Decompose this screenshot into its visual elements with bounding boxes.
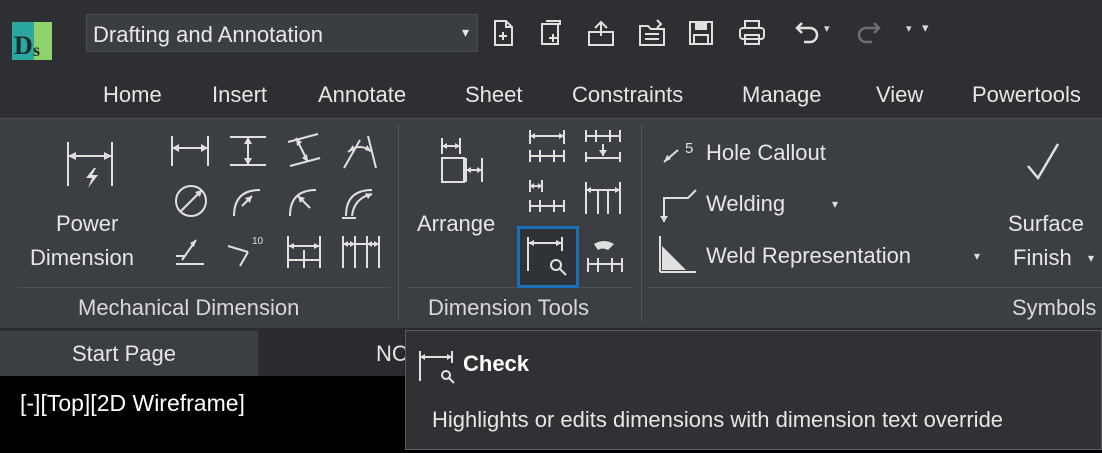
surface-finish-label-line1[interactable]: Surface bbox=[1008, 211, 1084, 237]
customize-icon[interactable]: ▾ bbox=[922, 20, 929, 36]
tab-insert[interactable]: Insert bbox=[212, 82, 267, 108]
svg-text:D: D bbox=[14, 31, 33, 60]
open-file-icon[interactable] bbox=[586, 18, 616, 48]
save-icon[interactable] bbox=[686, 18, 716, 48]
panel-title-symbols: Symbols bbox=[1012, 295, 1097, 320]
tooltip-description: Highlights or edits dimensions with dime… bbox=[432, 407, 1004, 432]
tooltip-title: Check bbox=[463, 351, 530, 376]
tab-view[interactable]: View bbox=[876, 82, 923, 108]
tab-annotate[interactable]: Annotate bbox=[318, 82, 406, 108]
redo-icon[interactable] bbox=[856, 18, 886, 48]
welding-icon[interactable] bbox=[656, 184, 706, 224]
new-file-icon[interactable] bbox=[488, 18, 518, 48]
vertical-dimension-icon[interactable] bbox=[228, 134, 268, 168]
workspace-label: Drafting and Annotation bbox=[93, 22, 323, 47]
redo-dropdown-icon[interactable]: ▾ bbox=[906, 22, 912, 35]
quick-access-toolbar: D s Drafting and Annotation ▾ ▾ ▾ ▾ bbox=[0, 0, 1102, 70]
svg-text:s: s bbox=[33, 40, 40, 60]
hole-callout-label[interactable]: Hole Callout bbox=[706, 140, 826, 166]
panel-separator bbox=[641, 125, 642, 321]
tab-drawing[interactable]: NC bbox=[260, 331, 420, 376]
tab-start-page[interactable]: Start Page bbox=[0, 331, 258, 376]
tab-manage[interactable]: Manage bbox=[742, 82, 822, 108]
jogged-linear-icon[interactable] bbox=[582, 180, 624, 216]
workspace-dropdown[interactable]: Drafting and Annotation ▾ bbox=[86, 14, 478, 52]
continue-dimension-icon[interactable] bbox=[340, 234, 382, 270]
tab-constraints[interactable]: Constraints bbox=[572, 82, 683, 108]
hole-callout-superscript: 5 bbox=[685, 140, 694, 157]
jogged-radius-icon[interactable] bbox=[284, 182, 322, 220]
surface-finish-label-line2[interactable]: Finish bbox=[1013, 245, 1072, 271]
tab-powertools[interactable]: Powertools bbox=[972, 82, 1081, 108]
angular-dimension-icon[interactable] bbox=[340, 132, 380, 170]
undo-dropdown-icon[interactable]: ▾ bbox=[824, 22, 830, 35]
tab-home[interactable]: Home bbox=[103, 82, 162, 108]
leader-dimension-icon[interactable]: 10 bbox=[226, 230, 266, 268]
tab-drawing-label: NC bbox=[376, 341, 408, 366]
linear-dimension-icon[interactable] bbox=[168, 134, 212, 168]
welding-dropdown-icon[interactable]: ▾ bbox=[832, 197, 838, 211]
undo-icon[interactable] bbox=[790, 18, 820, 48]
check-dimension-button[interactable] bbox=[517, 226, 579, 288]
surface-finish-dropdown-icon[interactable]: ▾ bbox=[1088, 251, 1094, 265]
weld-representation-icon[interactable] bbox=[656, 232, 700, 276]
space-dimensions-icon[interactable] bbox=[526, 128, 568, 164]
hole-callout-icon[interactable] bbox=[660, 140, 700, 168]
dropdown-arrow-icon: ▾ bbox=[461, 24, 469, 40]
weld-representation-label[interactable]: Weld Representation bbox=[706, 243, 911, 269]
power-dimension-icon[interactable] bbox=[62, 138, 118, 194]
panel-title-mechanical-dimension: Mechanical Dimension bbox=[78, 295, 300, 320]
check-tooltip: Check Highlights or edits dimensions wit… bbox=[405, 330, 1102, 450]
radius-dimension-icon[interactable] bbox=[228, 182, 266, 220]
power-dimension-label-line1[interactable]: Power bbox=[56, 211, 118, 237]
app-logo-icon[interactable]: D s bbox=[8, 18, 54, 64]
tab-sheet[interactable]: Sheet bbox=[465, 82, 523, 108]
weld-representation-dropdown-icon[interactable]: ▾ bbox=[974, 249, 980, 263]
open-folder-icon[interactable] bbox=[637, 18, 667, 48]
panel-title-dimension-tools: Dimension Tools bbox=[428, 295, 590, 320]
welding-label[interactable]: Welding bbox=[706, 191, 785, 217]
arrange-icon[interactable] bbox=[436, 134, 488, 186]
tab-start-page-label: Start Page bbox=[72, 341, 176, 366]
surface-finish-icon[interactable] bbox=[1024, 140, 1068, 184]
check-dimension-icon bbox=[416, 345, 460, 394]
break-dimension-icon[interactable] bbox=[582, 128, 624, 164]
arc-length-icon[interactable] bbox=[340, 182, 380, 220]
print-icon[interactable] bbox=[737, 18, 767, 48]
panel-separator bbox=[398, 125, 399, 321]
aligned-dimension-icon[interactable] bbox=[284, 132, 324, 170]
ordinate-dimension-icon[interactable] bbox=[172, 232, 208, 268]
baseline-dimension-icon[interactable] bbox=[284, 234, 324, 270]
arrange-label[interactable]: Arrange bbox=[417, 211, 495, 237]
reassociate-dimension-icon[interactable] bbox=[584, 236, 626, 276]
application-window: D s Drafting and Annotation ▾ ▾ ▾ ▾ Home… bbox=[0, 0, 1102, 453]
diameter-dimension-icon[interactable] bbox=[172, 182, 210, 220]
ribbon-tabs: Home Insert Annotate Sheet Constraints M… bbox=[0, 70, 1102, 118]
viewport-controls-label[interactable]: [-][Top][2D Wireframe] bbox=[20, 390, 245, 417]
svg-text:10: 10 bbox=[252, 236, 264, 247]
inspection-dimension-icon[interactable] bbox=[526, 178, 568, 214]
new-sheet-set-icon[interactable] bbox=[537, 18, 567, 48]
power-dimension-label-line2[interactable]: Dimension bbox=[30, 245, 134, 271]
